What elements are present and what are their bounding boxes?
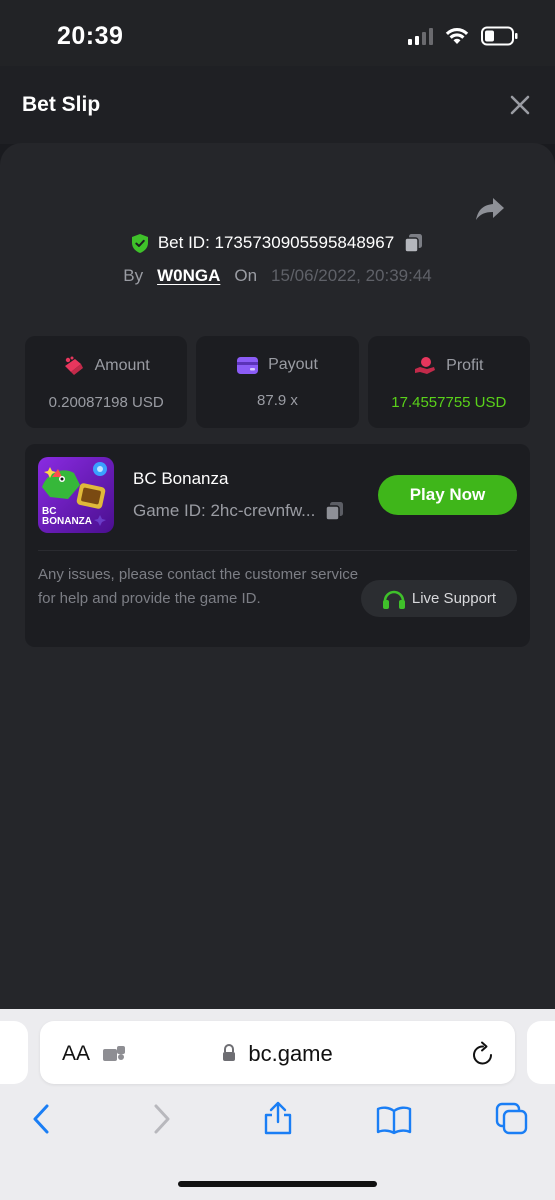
play-now-button[interactable]: Play Now [378,475,517,515]
bet-id: Bet ID: 1735730905595848967 [157,233,395,252]
wifi-icon [445,28,469,44]
share-icon[interactable] [475,196,505,222]
verified-shield-icon [131,233,148,253]
live-support-label: Live Support [411,590,497,607]
stat-amount-label: Amount [94,357,150,374]
bet-stats: Amount 0.20087198 USD Payout 87.9 x Prof… [25,336,530,428]
cellular-signal-icon [408,27,433,45]
stat-payout: Payout 87.9 x [196,336,359,428]
status-bar: 20:39 [0,0,555,66]
bet-date: 15/06/2022, 20:39:44 [271,266,432,285]
live-support-button[interactable]: Live Support [361,580,517,617]
payout-card-icon [237,356,259,374]
stat-amount-value: 0.20087198 USD [48,394,164,411]
headset-icon [382,590,405,609]
battery-icon [481,26,518,46]
bet-id-row: Bet ID: 1735730905595848967 [0,233,555,253]
copy-game-id-icon[interactable] [325,501,344,521]
stat-amount: Amount 0.20087198 USD [25,336,188,428]
game-thumbnail[interactable]: BC BONANZA [38,457,114,533]
bookmarks-icon[interactable] [376,1105,412,1135]
back-icon[interactable] [31,1103,51,1135]
close-icon[interactable] [509,94,531,116]
username-link[interactable]: W0NGA [157,266,220,286]
stat-profit-label: Profit [446,357,484,374]
url-text: bc.game [248,1041,333,1066]
share-sheet-icon[interactable] [262,1100,294,1136]
lock-icon [223,1044,236,1061]
stat-payout-label: Payout [268,356,318,373]
status-time: 20:39 [57,22,124,50]
stat-payout-value: 87.9 x [257,392,298,409]
home-indicator[interactable] [178,1181,377,1187]
game-name: BC Bonanza [133,469,229,488]
amount-icon [64,356,83,375]
by-label: By [123,266,144,285]
forward-icon[interactable] [152,1103,172,1135]
status-icons [408,26,519,46]
reload-icon[interactable] [471,1041,495,1067]
stat-profit: Profit 17.4557755 USD [367,336,530,428]
on-label: On [234,266,258,285]
game-id: Game ID: 2hc-crevnfw... [133,501,316,520]
thumb-line2: BONANZA [42,516,92,527]
page-title: Bet Slip [22,93,101,116]
profit-icon [415,357,436,374]
bet-meta-row: By W0NGA On 15/06/2022, 20:39:44 [0,266,555,286]
divider [38,550,517,551]
support-info-text: Any issues, please contact the customer … [38,566,359,607]
game-id-row: Game ID: 2hc-crevnfw... [133,501,344,521]
bet-slip-header: Bet Slip [0,66,555,144]
tabs-icon[interactable] [495,1102,529,1136]
stat-profit-value: 17.4557755 USD [391,394,507,411]
copy-bet-id-icon[interactable] [404,233,423,253]
